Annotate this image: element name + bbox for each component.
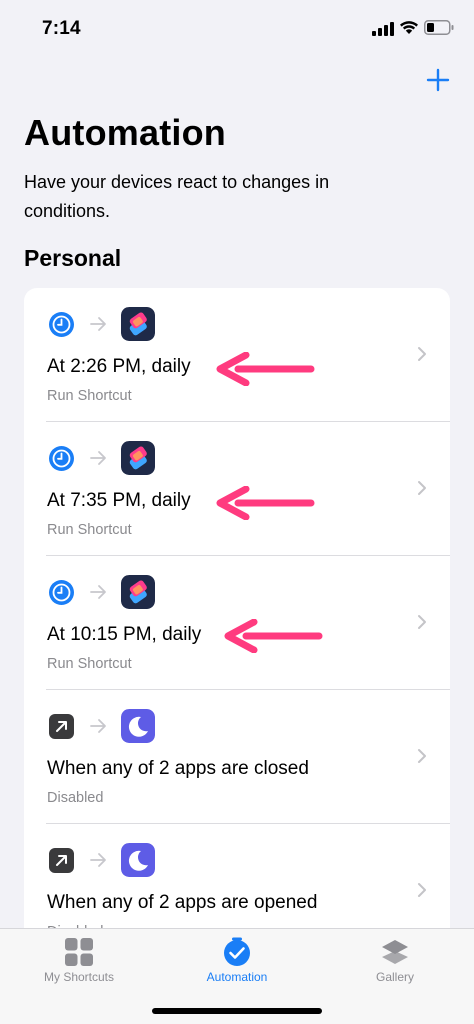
automation-title: When any of 2 apps are closed (47, 758, 309, 779)
focus-moon-icon (121, 709, 155, 743)
shortcuts-app-icon (121, 441, 155, 475)
automation-row[interactable]: At 7:35 PM, daily Run Shortcut (24, 422, 450, 556)
chevron-right-icon (418, 347, 426, 361)
automation-subtitle: Run Shortcut (47, 388, 132, 404)
cellular-signal-icon (372, 22, 394, 36)
clock-icon (49, 446, 74, 471)
automation-row[interactable]: At 2:26 PM, daily Run Shortcut (24, 288, 450, 422)
focus-moon-icon (121, 843, 155, 877)
tab-label: Automation (206, 970, 268, 984)
section-title-personal: Personal (24, 245, 122, 271)
automation-title: At 2:26 PM, daily (47, 356, 191, 377)
right-arrow-icon (90, 585, 106, 599)
automation-subtitle: Run Shortcut (47, 522, 132, 538)
right-arrow-icon (90, 719, 106, 733)
automation-row[interactable]: When any of 2 apps are closed Disabled (24, 690, 450, 824)
add-automation-button[interactable] (424, 66, 452, 94)
tab-gallery[interactable]: Gallery (316, 929, 474, 995)
status-bar: 7:14 (0, 0, 474, 56)
clock-icon (49, 312, 74, 337)
automation-title: At 7:35 PM, daily (47, 490, 191, 511)
automations-list: At 2:26 PM, daily Run Shortcut At 7:35 P… (24, 288, 450, 948)
app-arrow-icon (49, 848, 74, 873)
tab-label: Gallery (375, 970, 414, 984)
automation-screen: 7:14 Automation Have your devices react … (0, 0, 474, 1024)
automation-subtitle: Disabled (47, 790, 104, 806)
chevron-right-icon (418, 615, 426, 629)
page-subtitle: Have your devices react to changes in co… (24, 172, 330, 221)
right-arrow-icon (90, 451, 106, 465)
right-arrow-icon (90, 853, 106, 867)
automation-subtitle: Run Shortcut (47, 656, 132, 672)
home-indicator (152, 1008, 322, 1014)
page-title: Automation (24, 112, 226, 153)
tab-automation[interactable]: Automation (158, 929, 316, 995)
automation-check-icon (224, 937, 250, 966)
app-arrow-icon (49, 714, 74, 739)
chevron-right-icon (418, 749, 426, 763)
clock-icon (49, 580, 74, 605)
status-time: 7:14 (42, 18, 81, 39)
chevron-right-icon (418, 883, 426, 897)
automation-row[interactable]: At 10:15 PM, daily Run Shortcut (24, 556, 450, 690)
wifi-icon (400, 21, 418, 34)
tab-label: My Shortcuts (43, 970, 115, 984)
automation-title: At 10:15 PM, daily (47, 624, 202, 645)
right-arrow-icon (90, 317, 106, 331)
grid-icon (65, 938, 93, 966)
chevron-right-icon (418, 481, 426, 495)
tab-my-shortcuts[interactable]: My Shortcuts (0, 929, 158, 995)
shortcuts-app-icon (121, 307, 155, 341)
shortcuts-app-icon (121, 575, 155, 609)
automation-title: When any of 2 apps are opened (47, 892, 318, 913)
battery-icon (424, 20, 454, 35)
layers-icon (382, 940, 408, 964)
